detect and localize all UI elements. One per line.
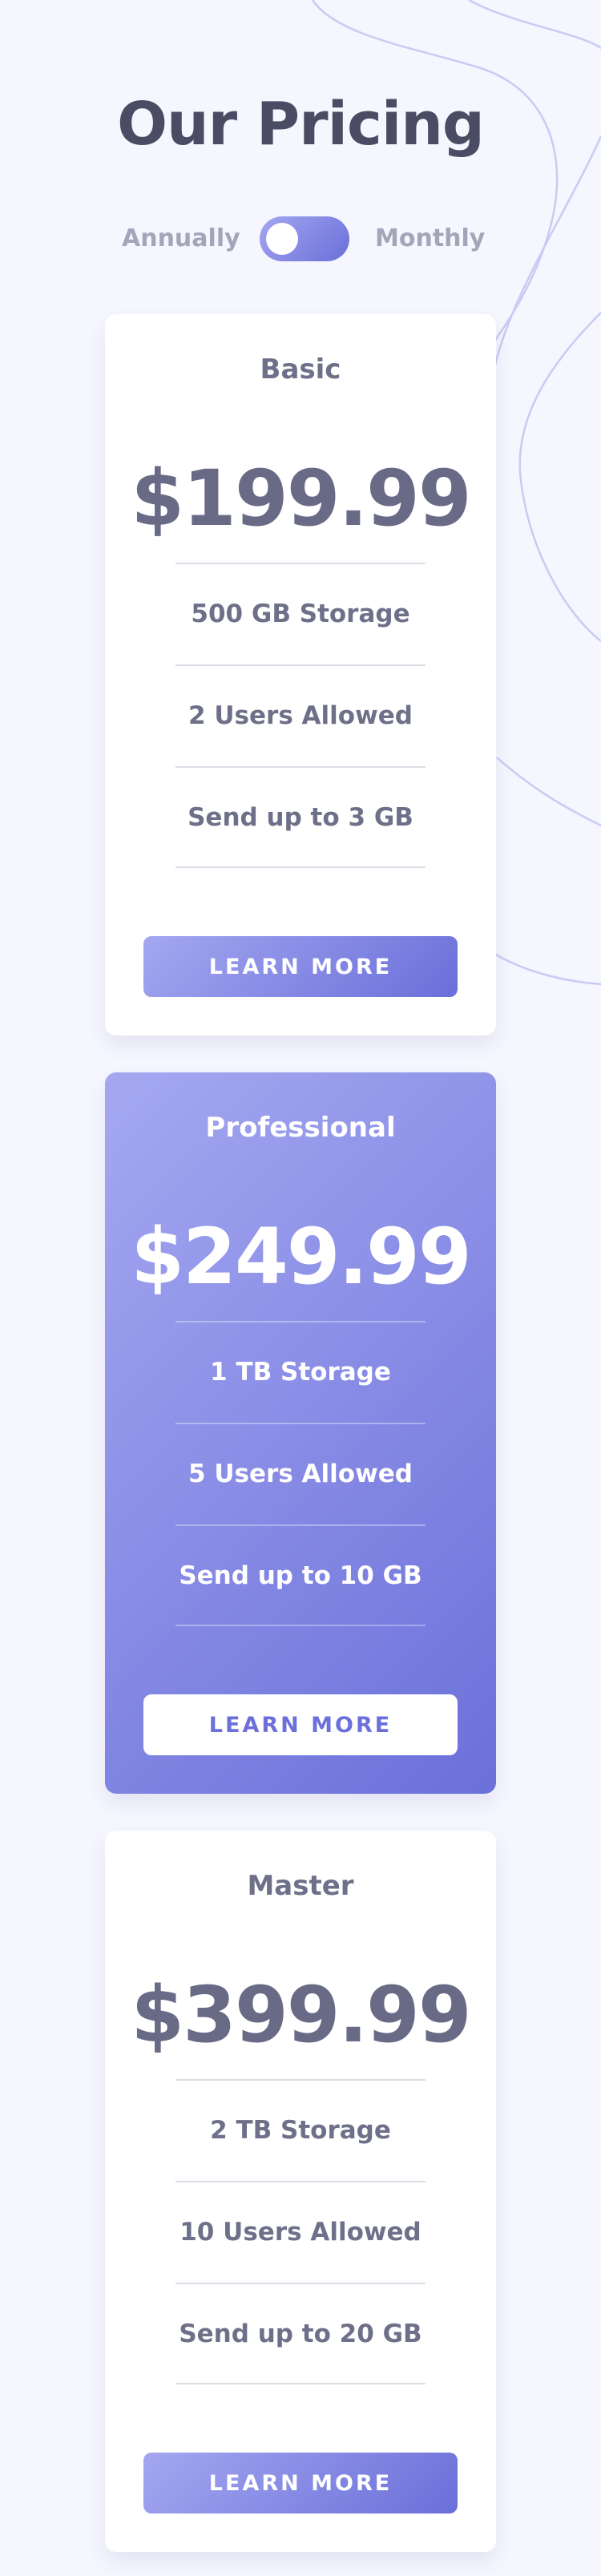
plan-price: $249.99: [131, 1212, 471, 1302]
plan-name: Basic: [260, 353, 341, 386]
feature-item: 1 TB Storage: [175, 1321, 426, 1423]
page-title: Our Pricing: [117, 90, 485, 159]
plan-name: Professional: [205, 1112, 396, 1144]
monthly-label[interactable]: Monthly: [375, 226, 485, 252]
feature-item: 10 Users Allowed: [175, 2181, 426, 2283]
feature-item: 2 TB Storage: [175, 2079, 426, 2181]
feature-item: 2 Users Allowed: [175, 664, 426, 766]
feature-list: 2 TB Storage 10 Users Allowed Send up to…: [175, 2079, 426, 2384]
feature-item: Send up to 3 GB: [175, 766, 426, 868]
toggle-knob: [266, 223, 298, 255]
billing-period-toggle[interactable]: [260, 216, 349, 261]
pricing-card-professional: Professional $249.99 1 TB Storage 5 User…: [105, 1072, 496, 1794]
feature-item: Send up to 10 GB: [175, 1524, 426, 1626]
learn-more-button-master[interactable]: LEARN MORE: [143, 2453, 458, 2513]
feature-list: 500 GB Storage 2 Users Allowed Send up t…: [175, 563, 426, 868]
learn-more-button-professional[interactable]: LEARN MORE: [143, 1694, 458, 1755]
pricing-card-master: Master $399.99 2 TB Storage 10 Users All…: [105, 1831, 496, 2552]
plan-price: $199.99: [131, 454, 471, 543]
pricing-card-basic: Basic $199.99 500 GB Storage 2 Users All…: [105, 314, 496, 1036]
plan-price: $399.99: [131, 1970, 471, 2060]
feature-item: 5 Users Allowed: [175, 1423, 426, 1524]
learn-more-button-basic[interactable]: LEARN MORE: [143, 936, 458, 997]
plan-name: Master: [247, 1870, 354, 1902]
feature-item: Send up to 20 GB: [175, 2283, 426, 2384]
feature-item: 500 GB Storage: [175, 563, 426, 664]
feature-list: 1 TB Storage 5 Users Allowed Send up to …: [175, 1321, 426, 1626]
annually-label[interactable]: Annually: [122, 226, 240, 252]
billing-toggle-row: Annually Monthly: [0, 216, 601, 261]
